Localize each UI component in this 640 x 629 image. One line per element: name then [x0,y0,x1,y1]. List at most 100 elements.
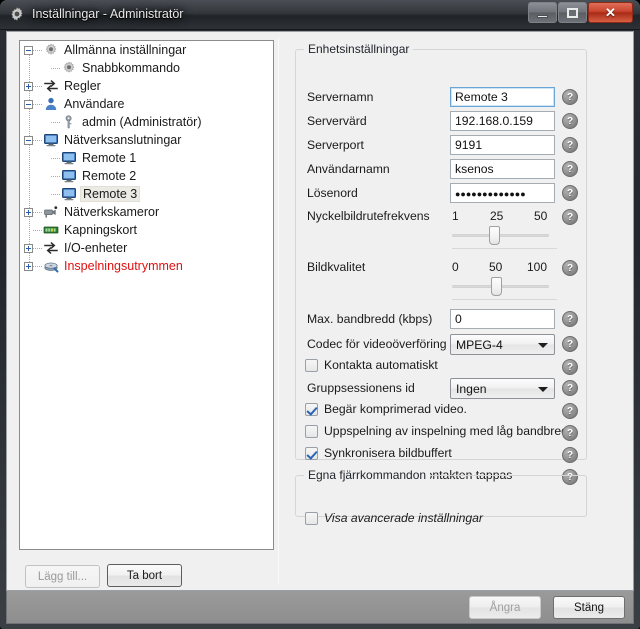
tree-expander[interactable] [24,45,33,55]
tree-item-label: admin (Administratör) [82,115,202,129]
help-icon-checkbox-1[interactable]: ? [562,425,578,441]
user-icon [43,96,59,112]
disk-icon [43,258,59,274]
quality-slider-thumb[interactable] [491,277,502,296]
tree-item[interactable]: Remote 2 [20,167,273,185]
server-host-label: Servervärd [307,114,367,128]
tree-expander-spacer [42,118,51,127]
tree-item-label: Nätverksanslutningar [64,133,182,147]
undo-button[interactable]: Ångra [469,596,541,619]
tree-item[interactable]: Nätverkskameror [20,203,273,221]
password-input[interactable]: ●●●●●●●●●●●●● [450,183,555,203]
remote-commands-title: Egna fjärrkommandon [304,468,431,482]
close-window-button[interactable]: ✕ [588,2,633,23]
tree-item-label: Användare [64,97,125,111]
help-icon-server-host[interactable]: ? [562,113,578,129]
group-session-select[interactable]: Ingen [450,378,555,399]
close-dialog-button[interactable]: Stäng [553,596,625,619]
keyframe-slider-thumb[interactable] [489,226,500,245]
checkbox-row-2[interactable]: Synkronisera bildbuffert [305,446,452,460]
maximize-icon [567,7,578,18]
auto-contact-checkbox[interactable] [305,358,318,372]
tree-item[interactable]: Nätverksanslutningar [20,131,273,149]
compressed-video-checkbox[interactable] [305,402,318,416]
monitor-icon [61,168,77,184]
minimize-button[interactable] [528,2,557,23]
tree-item[interactable]: Remote 1 [20,149,273,167]
tree-item[interactable]: admin (Administratör) [20,113,273,131]
gear-icon [9,6,25,22]
tree-expander[interactable] [24,243,33,253]
advanced-settings-row[interactable]: Visa avancerade inställningar [305,511,483,525]
tree-item[interactable]: Kapningskort [20,221,273,239]
key-icon [61,114,77,130]
server-name-input[interactable]: Remote 3 [450,87,555,107]
tree-item-label: Remote 3 [80,186,141,202]
card-icon [43,222,59,238]
tree-item-label: Remote 2 [82,169,137,183]
tree-expander-spacer [42,190,51,199]
tree-item[interactable]: Allmänna inställningar [20,41,273,59]
low-bandwidth-playback-checkbox[interactable] [305,424,318,438]
remove-button[interactable]: Ta bort [107,564,182,587]
help-icon-auto-contact[interactable]: ? [562,359,578,375]
advanced-settings-checkbox[interactable] [305,511,318,525]
server-host-input[interactable]: 192.168.0.159 [450,111,555,131]
tree-expander[interactable] [24,261,33,271]
tree-item[interactable]: Snabbkommando [20,59,273,77]
help-icon-username[interactable]: ? [562,161,578,177]
tree-connector [33,265,43,267]
tree-connector [51,193,61,195]
quality-tick-min: 0 [452,260,459,274]
tree-item[interactable]: Remote 3 [20,185,273,203]
tree-item-label: Snabbkommando [82,61,180,75]
codec-select[interactable]: MPEG-4 [450,334,555,355]
tree-expander-spacer [42,64,51,73]
tree-connector [33,49,43,51]
tree-item-label: Regler [64,79,101,93]
help-icon-password[interactable]: ? [562,185,578,201]
tree-item[interactable]: Inspelningsutrymmen [20,257,273,275]
help-icon-group-session[interactable]: ? [562,380,578,396]
tree-connector [33,229,43,231]
help-icon-codec[interactable]: ? [562,336,578,352]
username-input[interactable]: ksenos [450,159,555,179]
add-button[interactable]: Lägg till... [25,565,100,588]
settings-window: Inställningar - Administratör ✕ Allmänna… [0,0,640,629]
checkbox-row-0[interactable]: Begär komprimerad video. [305,402,467,416]
monitor-icon [61,150,77,166]
help-icon-quality[interactable]: ? [562,260,578,276]
tree-item[interactable]: Användare [20,95,273,113]
server-port-input[interactable]: 9191 [450,135,555,155]
tree-expander[interactable] [24,81,33,91]
tree-expander[interactable] [24,135,33,145]
maximize-button[interactable] [558,2,587,23]
group-session-label: Gruppsessionens id [307,381,415,395]
server-port-label: Serverport [307,138,364,152]
keyframe-slider-track [452,234,549,237]
tree-expander[interactable] [24,207,33,217]
keyframe-tick-min: 1 [452,209,459,223]
chevron-down-icon [538,387,548,392]
tree-connector [51,121,61,123]
quality-slider[interactable] [452,277,549,296]
checkbox-row-1[interactable]: Uppspelning av inspelning med låg bandbr… [305,424,578,438]
help-icon-checkbox-2[interactable]: ? [562,447,578,463]
help-icon-server-name[interactable]: ? [562,89,578,105]
tree-item[interactable]: I/O-enheter [20,239,273,257]
auto-contact-row[interactable]: Kontakta automatiskt [305,358,438,372]
bandwidth-input[interactable]: 0 [450,309,555,329]
help-icon-server-port[interactable]: ? [562,137,578,153]
settings-tree[interactable]: Allmänna inställningar Snabbkommando Regle… [19,40,274,550]
help-icon-bandwidth[interactable]: ? [562,311,578,327]
title-bar[interactable]: Inställningar - Administratör ✕ [0,0,640,30]
close-icon: ✕ [605,5,616,20]
keyframe-slider[interactable] [452,226,549,245]
tree-item[interactable]: Regler [20,77,273,95]
help-icon-keyframe[interactable]: ? [562,209,578,225]
tree-expander[interactable] [24,99,33,109]
sync-buffer-checkbox[interactable] [305,446,318,460]
tree-connector [33,85,43,87]
help-icon-checkbox-0[interactable]: ? [562,403,578,419]
group-session-value: Ingen [456,382,487,396]
